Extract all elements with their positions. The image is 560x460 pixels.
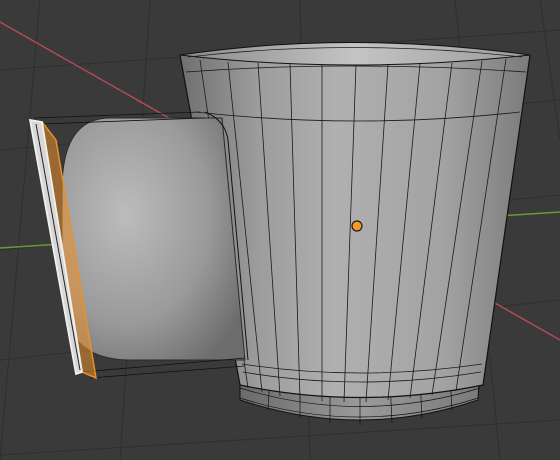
3d-viewport[interactable] <box>0 0 560 460</box>
viewport-canvas[interactable] <box>0 0 560 460</box>
object-origin-icon[interactable] <box>351 220 363 232</box>
cup-handle[interactable] <box>61 117 246 361</box>
